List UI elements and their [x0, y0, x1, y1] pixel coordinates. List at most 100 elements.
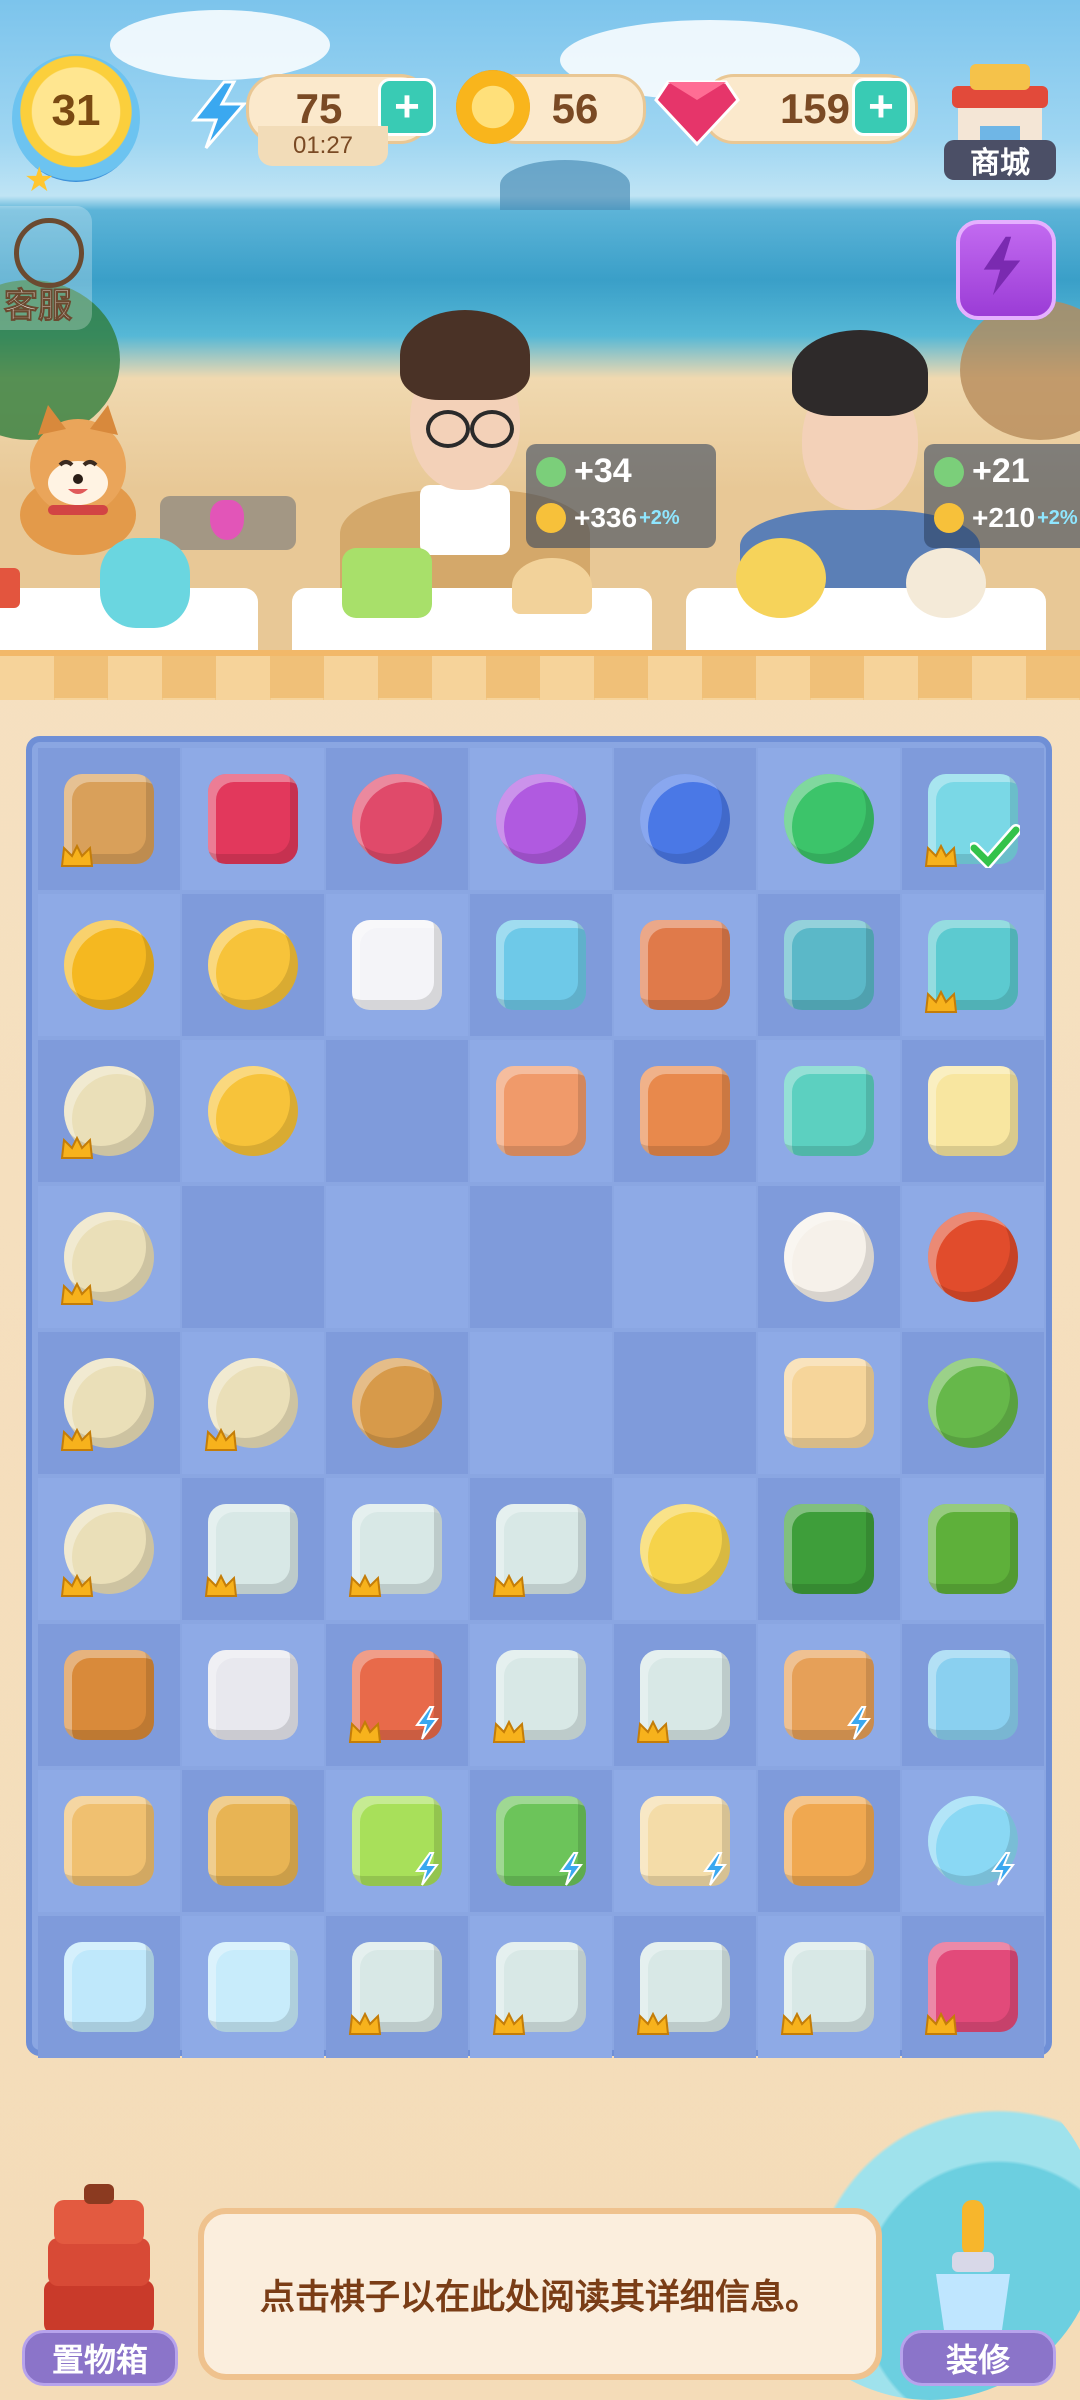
board-cell[interactable] — [758, 1040, 900, 1182]
board-cell[interactable] — [614, 1916, 756, 2058]
board-cell[interactable] — [326, 894, 468, 1036]
board-cell[interactable] — [38, 1478, 180, 1620]
board-cell[interactable] — [326, 1770, 468, 1912]
board-cell[interactable] — [902, 748, 1044, 890]
board-cell[interactable] — [614, 1186, 756, 1328]
board-cell[interactable] — [470, 1186, 612, 1328]
ice-cube-icon[interactable] — [198, 1932, 308, 2042]
board-cell[interactable] — [182, 1186, 324, 1328]
board-cell[interactable] — [326, 748, 468, 890]
board-cell[interactable] — [38, 1916, 180, 2058]
board-cell[interactable] — [758, 1770, 900, 1912]
board-cell[interactable] — [902, 1770, 1044, 1912]
juicer-icon[interactable] — [342, 1786, 452, 1896]
board-cell[interactable] — [614, 1624, 756, 1766]
tea-cup-icon[interactable] — [342, 910, 452, 1020]
flower-steamer-icon[interactable] — [342, 1348, 452, 1458]
board-cell[interactable] — [758, 1186, 900, 1328]
board-cell[interactable] — [902, 894, 1044, 1036]
cabbage-icon[interactable] — [918, 1348, 1028, 1458]
dog-house-icon[interactable] — [918, 910, 1028, 1020]
sake-set-icon[interactable] — [486, 1932, 596, 2042]
board-cell[interactable] — [902, 1624, 1044, 1766]
board-cell[interactable] — [470, 894, 612, 1036]
dog-biscuit-icon[interactable] — [630, 1056, 740, 1166]
board-cell[interactable] — [470, 1332, 612, 1474]
red-energy-orb-icon[interactable] — [342, 764, 452, 874]
board-cell[interactable] — [182, 1478, 324, 1620]
custard-pot-icon[interactable] — [630, 1786, 740, 1896]
board-cell[interactable] — [614, 1332, 756, 1474]
candy-jar-icon[interactable] — [918, 764, 1028, 874]
board-cell[interactable] — [38, 748, 180, 890]
add-gems-button[interactable]: + — [852, 78, 910, 136]
fish-bowl-icon[interactable] — [918, 1786, 1028, 1896]
fish-platter-icon[interactable] — [342, 1640, 452, 1750]
mini-fridge-icon[interactable] — [918, 1640, 1028, 1750]
sake-set-icon[interactable] — [486, 1640, 596, 1750]
board-cell[interactable] — [470, 1916, 612, 2058]
sake-set-icon[interactable] — [630, 1640, 740, 1750]
sake-set-icon[interactable] — [198, 1494, 308, 1604]
spatula-small-icon[interactable] — [54, 1786, 164, 1896]
board-cell[interactable] — [758, 1478, 900, 1620]
board-cell[interactable] — [182, 894, 324, 1036]
decorate-label[interactable]: 装修 — [900, 2330, 1056, 2386]
broccoli-icon[interactable] — [774, 1494, 884, 1604]
board-cell[interactable] — [758, 1624, 900, 1766]
corn-soup-bowl-icon[interactable] — [54, 1202, 164, 1312]
corn-soup-bowl-icon[interactable] — [198, 1348, 308, 1458]
board-cell[interactable] — [758, 1332, 900, 1474]
shop-label[interactable]: 商城 — [944, 140, 1056, 180]
corn-soup-bowl-icon[interactable] — [54, 1056, 164, 1166]
board-cell[interactable] — [902, 1332, 1044, 1474]
board-cell[interactable] — [614, 1478, 756, 1620]
okra-icon[interactable] — [918, 1494, 1028, 1604]
board-cell[interactable] — [758, 894, 900, 1036]
purple-energy-orb-icon[interactable] — [486, 764, 596, 874]
paint-brush-icon[interactable] — [916, 2196, 1026, 2336]
shiba-dog[interactable] — [8, 405, 148, 555]
order-slot[interactable] — [160, 496, 296, 550]
coin-stack-icon[interactable] — [198, 910, 308, 1020]
bento-box-icon[interactable] — [198, 1640, 308, 1750]
board-cell[interactable] — [470, 1624, 612, 1766]
dog-bone-heart-icon[interactable] — [486, 1056, 596, 1166]
butter-cubes-icon[interactable] — [918, 1056, 1028, 1166]
ice-cubes-icon[interactable] — [54, 1932, 164, 2042]
sake-set-icon[interactable] — [630, 1932, 740, 2042]
green-energy-orb-icon[interactable] — [774, 764, 884, 874]
board-cell[interactable] — [758, 1916, 900, 2058]
pickle-jar-icon[interactable] — [630, 910, 740, 1020]
board-cell[interactable] — [614, 748, 756, 890]
board-cell[interactable] — [38, 1186, 180, 1328]
storage-box-icon[interactable] — [34, 2180, 164, 2340]
storage-box-label[interactable]: 置物箱 — [22, 2330, 178, 2386]
board-cell[interactable] — [614, 1770, 756, 1912]
board-cell[interactable] — [470, 1040, 612, 1182]
board-cell[interactable] — [182, 748, 324, 890]
coin-pile-large-icon[interactable] — [54, 910, 164, 1020]
board-cell[interactable] — [182, 1770, 324, 1912]
board-cell[interactable] — [470, 1478, 612, 1620]
board-cell[interactable] — [38, 894, 180, 1036]
corn-soup-bowl-icon[interactable] — [54, 1348, 164, 1458]
board-cell[interactable] — [326, 1478, 468, 1620]
sake-set-icon[interactable] — [486, 1494, 596, 1604]
board-cell[interactable] — [326, 1916, 468, 2058]
spatula-icon[interactable] — [198, 1786, 308, 1896]
board-cell[interactable] — [326, 1186, 468, 1328]
seafood-paella-icon[interactable] — [774, 1786, 884, 1896]
cooking-pot-set-icon[interactable] — [774, 910, 884, 1020]
board-cell[interactable] — [182, 1332, 324, 1474]
dragon-fruit-icon[interactable] — [918, 1932, 1028, 2042]
board-cell[interactable] — [182, 1624, 324, 1766]
coin-stack-small-icon[interactable] — [198, 1056, 308, 1166]
board-cell[interactable] — [326, 1332, 468, 1474]
baby-bottle-cheese-icon[interactable] — [774, 1056, 884, 1166]
board-cell[interactable] — [902, 1916, 1044, 2058]
ruby-gems-icon[interactable] — [198, 764, 308, 874]
bamboo-basket-dessert-icon[interactable] — [54, 764, 164, 874]
board-cell[interactable] — [38, 1332, 180, 1474]
board-cell[interactable] — [326, 1624, 468, 1766]
